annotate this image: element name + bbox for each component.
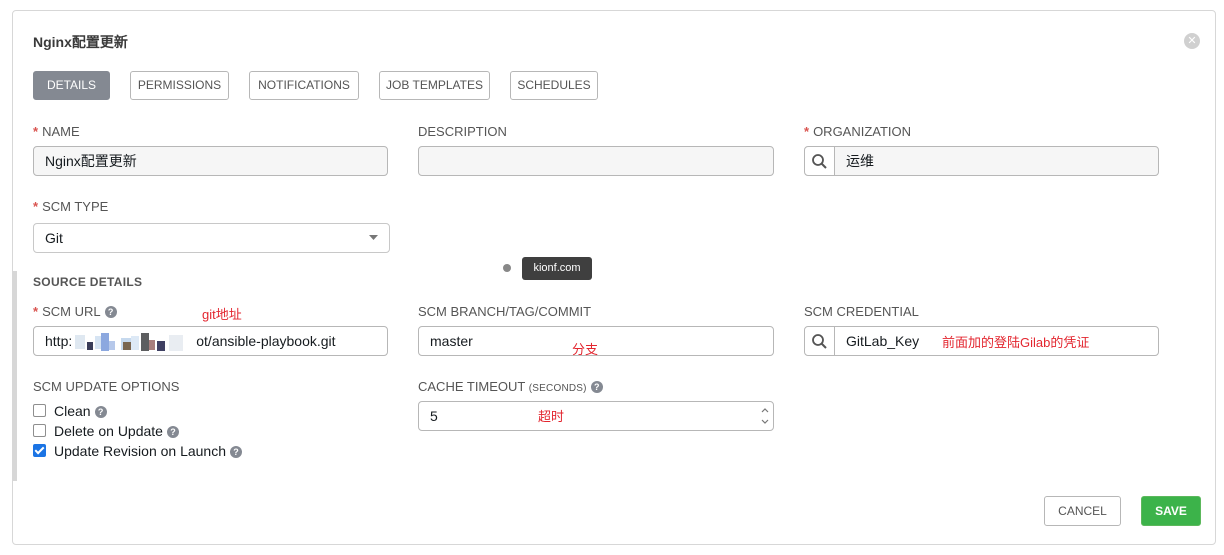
description-input[interactable]: [418, 146, 774, 176]
clean-checkbox[interactable]: [33, 404, 46, 417]
delete-on-update-option[interactable]: Delete on Update?: [33, 423, 179, 439]
delete-on-update-checkbox[interactable]: [33, 424, 46, 437]
source-details-bar: [12, 271, 17, 481]
scm-credential-value: GitLab_Key: [846, 333, 920, 349]
scm-credential-label: SCM CREDENTIAL: [804, 304, 919, 319]
help-icon[interactable]: ?: [104, 306, 117, 318]
update-revision-option[interactable]: Update Revision on Launch?: [33, 443, 243, 459]
organization-value: 运维: [846, 153, 874, 169]
search-icon: [812, 154, 827, 169]
description-label: DESCRIPTION: [418, 124, 507, 139]
annotation-credential: 前面加的登陆Gilab的凭证: [942, 335, 1090, 350]
scm-update-options-label: SCM UPDATE OPTIONS: [33, 379, 180, 394]
cache-timeout-input[interactable]: 5: [418, 401, 774, 431]
name-input[interactable]: Nginx配置更新: [33, 146, 388, 176]
help-icon[interactable]: ?: [230, 446, 243, 458]
help-icon[interactable]: ?: [94, 406, 107, 418]
help-icon[interactable]: ?: [590, 381, 603, 393]
annotation-git-url: git地址: [202, 307, 242, 322]
tab-notifications[interactable]: NOTIFICATIONS: [249, 71, 359, 100]
tab-job-templates[interactable]: JOB TEMPLATES: [379, 71, 490, 100]
scm-branch-label: SCM BRANCH/TAG/COMMIT: [418, 304, 592, 319]
page-title: Nginx配置更新: [33, 34, 128, 50]
credential-search-button[interactable]: [805, 327, 835, 355]
organization-label: * ORGANIZATION: [804, 124, 912, 139]
tab-details[interactable]: DETAILS: [33, 71, 110, 100]
organization-search-button[interactable]: [805, 147, 835, 175]
cache-timeout-label: CACHE TIMEOUT (SECONDS)?: [418, 379, 603, 394]
tab-schedules[interactable]: SCHEDULES: [510, 71, 598, 100]
clean-option[interactable]: Clean?: [33, 403, 107, 419]
watermark: kionf.com: [522, 257, 592, 280]
scm-url-suffix: ot/ansible-playbook.git: [196, 333, 336, 349]
save-button[interactable]: SAVE: [1141, 496, 1201, 526]
scm-url-prefix: http:: [45, 333, 73, 349]
cancel-button[interactable]: CANCEL: [1044, 496, 1121, 526]
chevron-down-icon: [369, 235, 378, 240]
name-label: * NAME: [33, 124, 80, 139]
cache-timeout-value: 5: [430, 408, 438, 424]
scm-type-label: * SCM TYPE: [33, 199, 109, 214]
annotation-timeout: 超时: [538, 409, 565, 424]
watermark-dot: [503, 264, 511, 272]
source-details-title: SOURCE DETAILS: [33, 275, 143, 289]
stepper-arrows-icon: [761, 408, 769, 424]
help-icon[interactable]: ?: [166, 426, 179, 438]
redaction-blur: [75, 333, 195, 353]
organization-lookup[interactable]: 运维: [804, 146, 1159, 176]
search-icon: [812, 334, 827, 349]
scm-url-label: * SCM URL?: [33, 304, 117, 319]
number-stepper[interactable]: [759, 404, 771, 428]
update-revision-checkbox[interactable]: [33, 444, 46, 457]
scm-type-value: Git: [45, 230, 63, 246]
annotation-branch: 分支: [572, 342, 599, 357]
scm-type-select[interactable]: Git: [33, 223, 390, 253]
close-icon[interactable]: ✕: [1184, 33, 1200, 49]
tab-permissions[interactable]: PERMISSIONS: [130, 71, 229, 100]
